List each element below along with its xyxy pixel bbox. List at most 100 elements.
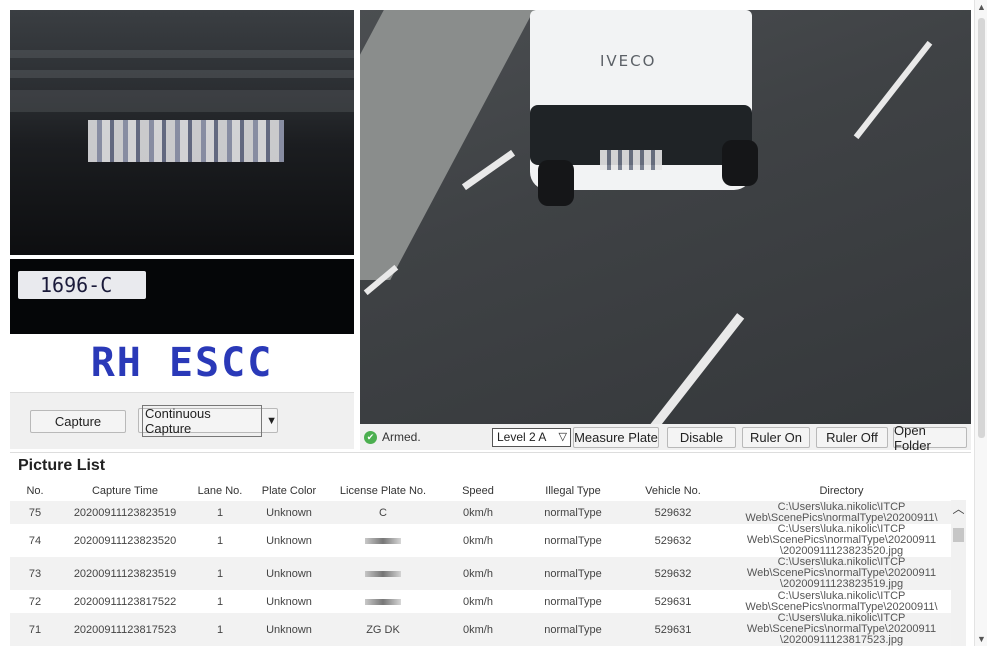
cell-no: 71 <box>10 613 60 646</box>
cell-lane: 1 <box>190 501 250 524</box>
capture-controls: Capture Continuous Capture ▼ <box>10 392 354 449</box>
cell-speed: 0km/h <box>438 613 518 646</box>
vehicle-plate-blurred <box>600 150 662 170</box>
cell-speed: 0km/h <box>438 501 518 524</box>
table-scroll-thumb[interactable] <box>953 528 964 542</box>
armed-status: ✔ Armed. <box>364 430 421 444</box>
cell-no: 75 <box>10 501 60 524</box>
cell-lane: 1 <box>216 534 224 547</box>
cell-speed: 0km/h <box>463 595 493 608</box>
vehicle-logo: IVECO <box>600 52 657 70</box>
cell-lane: 1 <box>190 613 250 646</box>
cell-directory: C:\Users\luka.nikolic\ITCP Web\ScenePics… <box>718 590 965 613</box>
column-header[interactable]: Lane No. <box>190 481 250 501</box>
cell-plate: ZG DK <box>328 613 438 646</box>
cell-no: 73 <box>10 557 60 590</box>
scene-toolbar: ✔ Armed. Level 2 A ▽ Measure Plate Disab… <box>360 423 971 453</box>
ruler-on-button[interactable]: Ruler On <box>742 427 810 448</box>
cell-color: Unknown <box>250 613 328 646</box>
plate-crop-image: 1696-C <box>10 259 354 334</box>
dir-line: \20200911123817523.jpg <box>779 634 904 646</box>
dir-line: \20200911123823519.jpg <box>779 578 904 590</box>
table-row[interactable]: 73 20200911123823519 1 Unknown 0km/h nor… <box>10 557 965 590</box>
column-header[interactable]: License Plate No. <box>328 481 438 501</box>
cell-color: Unknown <box>250 501 328 524</box>
blurred-plate-text <box>365 537 401 544</box>
dir-line: C:\Users\luka.nikolic\ITCP <box>777 589 906 602</box>
cell-plate <box>328 590 438 613</box>
picture-list-table: No. Capture Time Lane No. Plate Color Li… <box>10 481 965 646</box>
dir-line: Web\ScenePics\normalType\20200911\ <box>745 600 938 613</box>
cell-directory: C:\Users\luka.nikolic\ITCP Web\ScenePics… <box>718 501 965 524</box>
picture-list-title: Picture List <box>18 457 106 474</box>
cell-plate <box>328 524 438 557</box>
cell-speed: 0km/h <box>463 534 493 547</box>
cell-vehicle: 529631 <box>628 613 718 646</box>
cell-type: normalType <box>544 595 602 608</box>
column-header[interactable]: Vehicle No. <box>628 481 718 501</box>
dir-line: Web\ScenePics\normalType\20200911\ <box>745 511 938 524</box>
cell-type: normalType <box>544 534 602 547</box>
table-row[interactable]: 74 20200911123823520 1 Unknown 0km/h nor… <box>10 524 965 557</box>
cell-type: normalType <box>518 613 628 646</box>
recognized-plate-text: RH ESCC <box>10 334 354 392</box>
chevron-down-icon: ▽ <box>558 431 567 443</box>
column-header[interactable]: No. <box>10 481 60 501</box>
cell-time: 20200911123823520 <box>73 534 177 547</box>
cell-type: normalType <box>518 501 628 524</box>
ruler-off-button[interactable]: Ruler Off <box>816 427 888 448</box>
blurred-plate-text <box>365 598 401 605</box>
capture-button[interactable]: Capture <box>30 410 126 433</box>
table-row[interactable]: 72 20200911123817522 1 Unknown 0km/h nor… <box>10 590 965 613</box>
table-header-row: No. Capture Time Lane No. Plate Color Li… <box>10 481 965 501</box>
cell-lane: 1 <box>216 595 224 608</box>
cell-vehicle: 529632 <box>628 501 718 524</box>
table-row[interactable]: 71 20200911123817523 1 Unknown ZG DK 0km… <box>10 613 965 646</box>
disable-button[interactable]: Disable <box>667 427 736 448</box>
scroll-down-icon[interactable]: ▼ <box>975 634 987 644</box>
table-scrollbar[interactable]: ︿ <box>951 500 966 646</box>
column-header[interactable]: Speed <box>438 481 518 501</box>
column-header[interactable]: Capture Time <box>60 481 190 501</box>
cell-directory: C:\Users\luka.nikolic\ITCP Web\ScenePics… <box>718 613 965 646</box>
column-header[interactable]: Directory <box>718 481 965 501</box>
cell-vehicle: 529631 <box>654 595 692 608</box>
level-select-value: Level 2 A <box>497 430 547 444</box>
picture-list-panel: Picture List No. Capture Time Lane No. P… <box>10 452 971 647</box>
plate-closeup-image <box>10 10 354 255</box>
cell-vehicle: 529632 <box>628 557 718 590</box>
cell-speed: 0km/h <box>438 557 518 590</box>
blurred-plate <box>88 120 284 162</box>
scroll-up-icon[interactable]: ▲ <box>975 2 987 12</box>
cell-type: normalType <box>518 557 628 590</box>
dir-line: C:\Users\luka.nikolic\ITCP <box>777 500 906 513</box>
armed-label: Armed. <box>382 430 421 444</box>
cell-time: 20200911123823519 <box>60 557 190 590</box>
page-scrollbar[interactable]: ▲ ▼ <box>974 0 987 646</box>
cell-color: Unknown <box>250 557 328 590</box>
level-select[interactable]: Level 2 A ▽ <box>492 428 571 447</box>
cell-no: 72 <box>28 595 42 608</box>
cell-color: Unknown <box>266 595 312 608</box>
column-header[interactable]: Illegal Type <box>518 481 628 501</box>
check-circle-icon: ✔ <box>364 430 377 444</box>
column-header[interactable]: Plate Color <box>250 481 328 501</box>
cell-directory: C:\Users\luka.nikolic\ITCP Web\ScenePics… <box>718 524 965 557</box>
plate-crop-text: 1696-C <box>18 271 146 299</box>
cell-time: 20200911123817523 <box>60 613 190 646</box>
cell-time: 20200911123817522 <box>73 595 177 608</box>
page-scroll-thumb[interactable] <box>978 18 985 438</box>
cell-plate: C <box>328 501 438 524</box>
blurred-plate-text <box>365 570 401 577</box>
cell-vehicle: 529632 <box>654 534 692 547</box>
cell-plate <box>328 557 438 590</box>
cell-time: 20200911123823519 <box>60 501 190 524</box>
open-folder-button[interactable]: Open Folder <box>893 423 967 453</box>
measure-plate-button[interactable]: Measure Plate <box>573 427 659 448</box>
chevron-up-icon[interactable]: ︿ <box>951 500 966 518</box>
cell-lane: 1 <box>190 557 250 590</box>
cell-color: Unknown <box>266 534 312 547</box>
cell-directory: C:\Users\luka.nikolic\ITCP Web\ScenePics… <box>718 557 965 590</box>
continuous-capture-dropdown[interactable]: Continuous Capture ▼ <box>138 404 278 437</box>
table-row[interactable]: 75 20200911123823519 1 Unknown C 0km/h n… <box>10 501 965 524</box>
